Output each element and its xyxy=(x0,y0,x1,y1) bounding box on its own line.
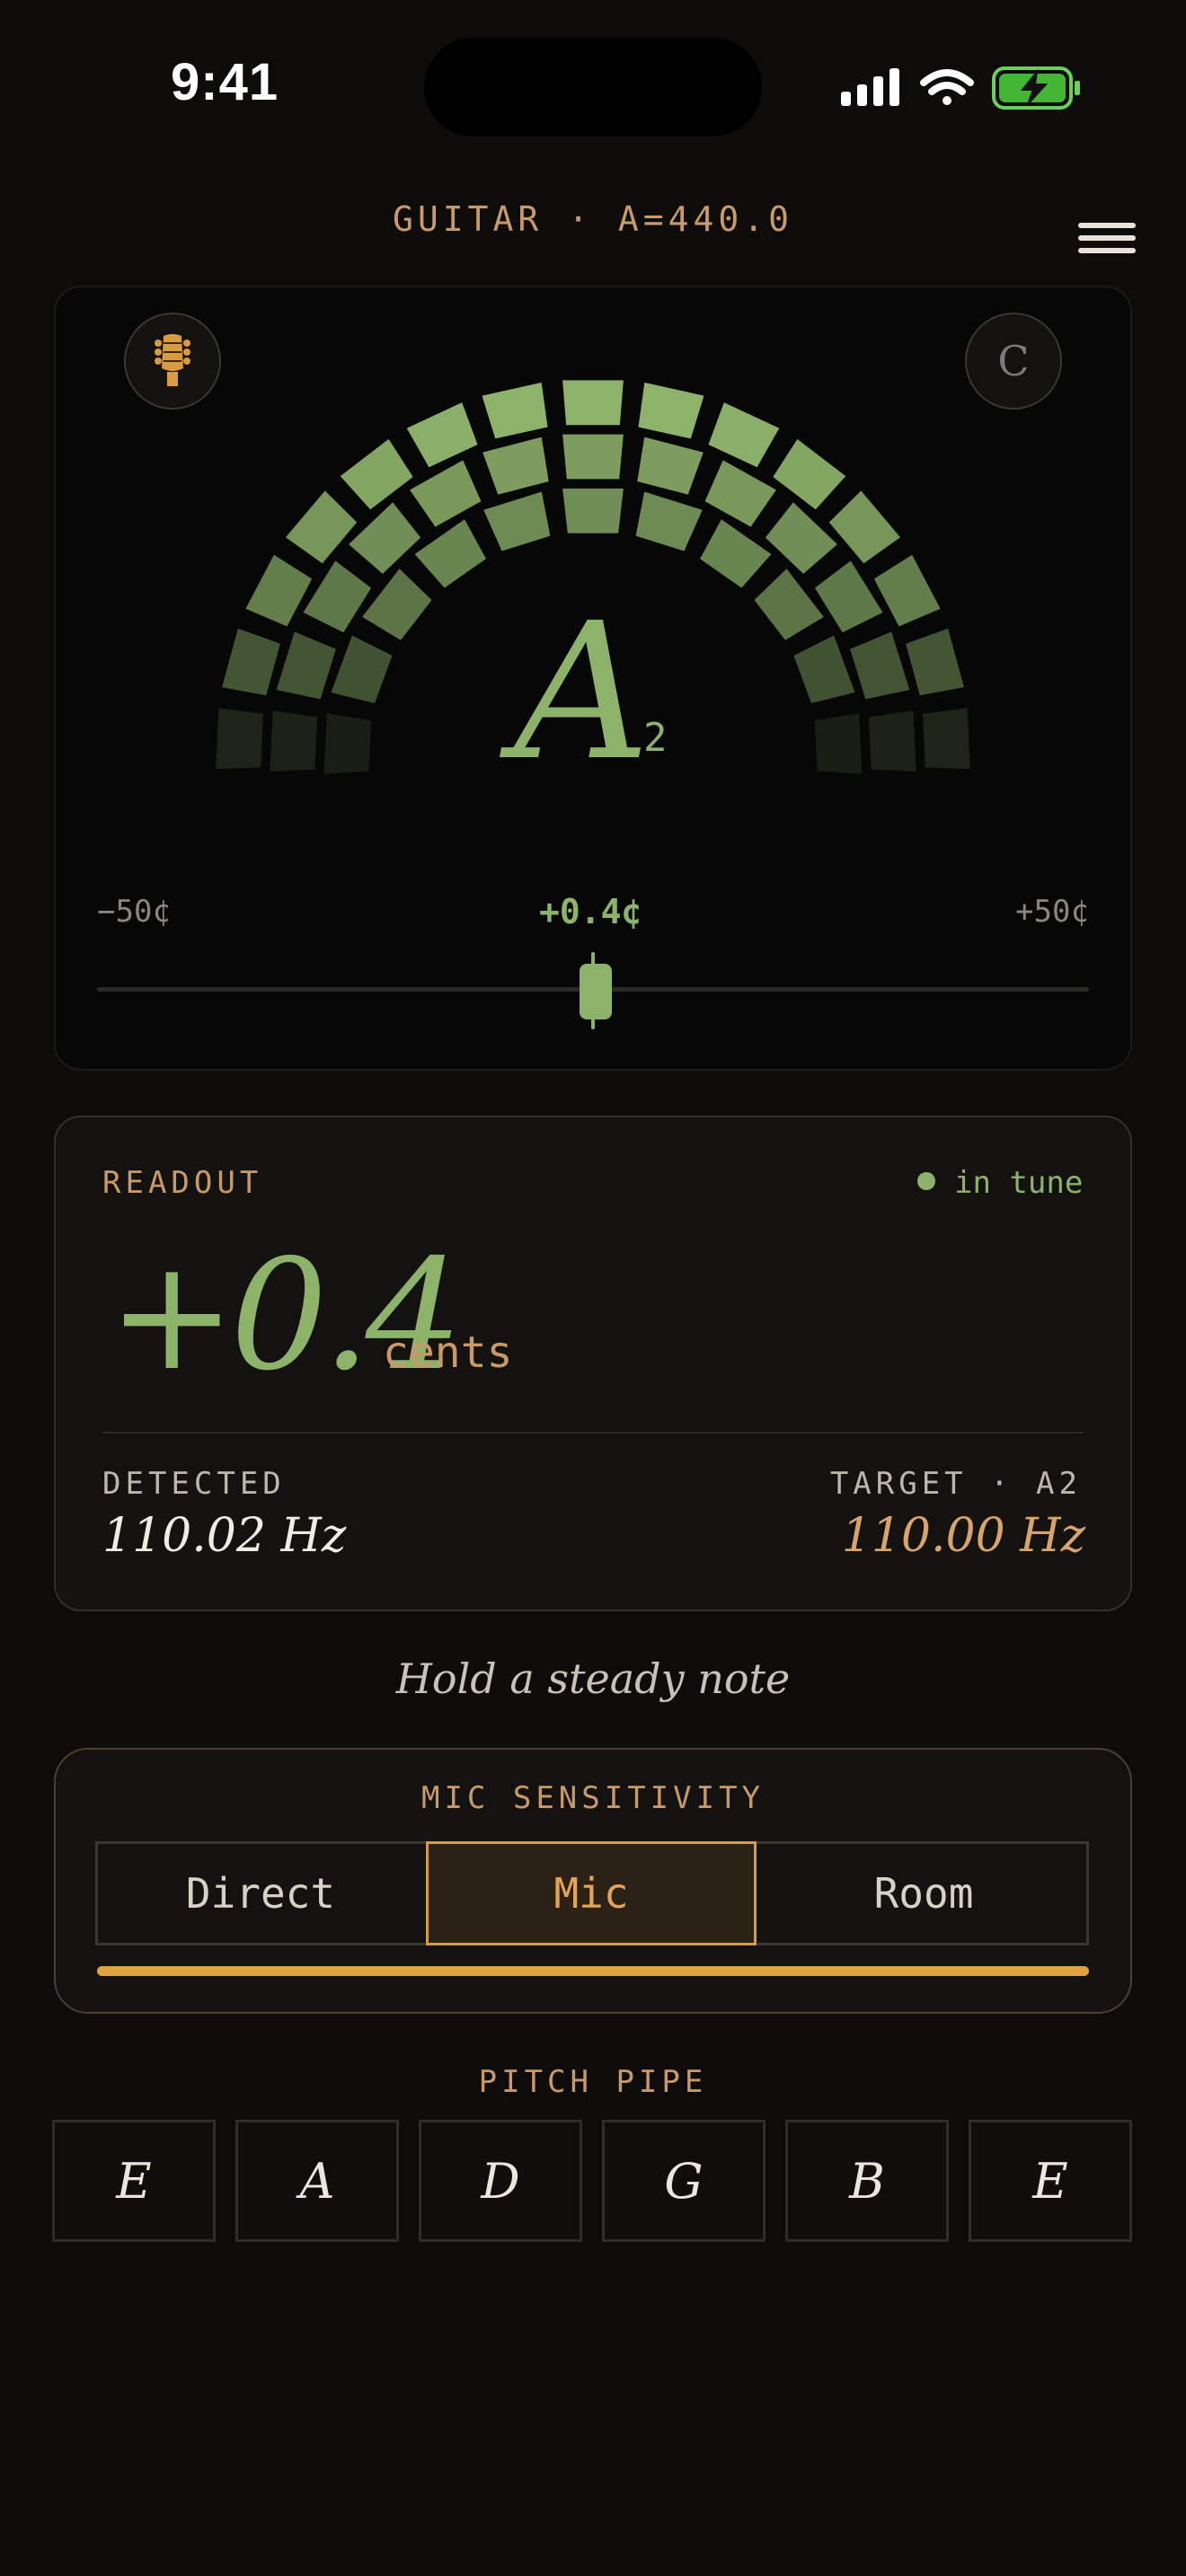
meter-segment xyxy=(406,402,478,468)
meter-segment xyxy=(754,569,824,640)
meter-segment xyxy=(793,635,855,703)
meter-segment xyxy=(303,560,372,633)
detected-frequency: 110.02 Hz xyxy=(102,1509,347,1563)
target-label: TARGET · A2 xyxy=(829,1466,1082,1502)
meter-segment xyxy=(765,502,837,574)
meter-segment xyxy=(637,437,704,495)
sensitivity-option-direct[interactable]: Direct xyxy=(95,1841,426,1945)
sensitivity-option-room[interactable]: Room xyxy=(758,1841,1089,1945)
pitch-pipe-key-e-high[interactable]: E xyxy=(969,2120,1132,2242)
meter-segment xyxy=(414,519,486,588)
note-octave: 2 xyxy=(643,715,668,761)
detected-label: DETECTED xyxy=(102,1466,286,1502)
scale-min-label: −50¢ xyxy=(97,894,171,930)
meter-segment xyxy=(873,554,941,627)
meter-segment xyxy=(349,502,421,574)
note-name: A xyxy=(514,598,651,787)
cents-offset-label: +0.4¢ xyxy=(539,892,642,931)
pitch-pipe-key-e-low[interactable]: E xyxy=(52,2120,216,2242)
scale-max-label: +50¢ xyxy=(1015,894,1089,930)
pitch-pipe-key-d[interactable]: D xyxy=(419,2120,582,2242)
meter-segment xyxy=(410,460,482,527)
meter-segment xyxy=(482,382,548,439)
meter-segment xyxy=(276,631,336,700)
meter-segment xyxy=(638,382,704,439)
meter-segment xyxy=(850,631,910,700)
sensitivity-level-bar xyxy=(97,1966,1089,1976)
meter-segment xyxy=(814,713,863,774)
meter-segment xyxy=(222,628,280,696)
meter-segment xyxy=(270,710,318,772)
meter-segment xyxy=(700,519,772,588)
hint-text: Hold a steady note xyxy=(395,1654,791,1703)
note-letter: A xyxy=(514,582,651,802)
pitch-pipe-key-g[interactable]: G xyxy=(602,2120,766,2242)
target-frequency: 110.00 Hz xyxy=(841,1509,1085,1563)
meter-segment xyxy=(906,628,964,696)
meter-segment xyxy=(482,437,549,495)
sensitivity-option-mic[interactable]: Mic xyxy=(426,1841,757,1945)
meter-segment xyxy=(286,490,358,564)
readout-divider xyxy=(102,1432,1084,1434)
sensitivity-label: MIC SENSITIVITY xyxy=(420,1780,766,1816)
meter-segment xyxy=(868,710,916,772)
tune-status: in tune xyxy=(954,1165,1084,1201)
meter-segment xyxy=(245,554,313,627)
pitch-pipe-key-a[interactable]: A xyxy=(235,2120,399,2242)
meter-segment xyxy=(483,491,551,551)
meter-segment xyxy=(814,560,883,633)
meter-segment xyxy=(562,488,624,534)
pitch-pipe-key-b[interactable]: B xyxy=(785,2120,949,2242)
meter-segment xyxy=(216,708,264,770)
meter-segment xyxy=(362,569,432,640)
meter-segment xyxy=(331,635,393,703)
meter-segment xyxy=(708,402,780,468)
pitch-pipe-label: PITCH PIPE xyxy=(478,2064,708,2100)
meter-segment xyxy=(773,438,846,510)
meter-segment xyxy=(562,434,624,480)
meter-segment xyxy=(922,708,970,770)
meter-segment xyxy=(635,491,703,551)
meter-segment xyxy=(828,490,900,564)
needle-indicator xyxy=(580,964,612,1019)
cents-unit: cents xyxy=(383,1328,513,1378)
meter-segment xyxy=(704,460,776,527)
meter-segment xyxy=(340,438,413,510)
in-tune-dot xyxy=(917,1172,935,1190)
meter-segment xyxy=(562,380,624,426)
meter-segment xyxy=(323,713,372,774)
readout-label: READOUT xyxy=(102,1165,263,1201)
